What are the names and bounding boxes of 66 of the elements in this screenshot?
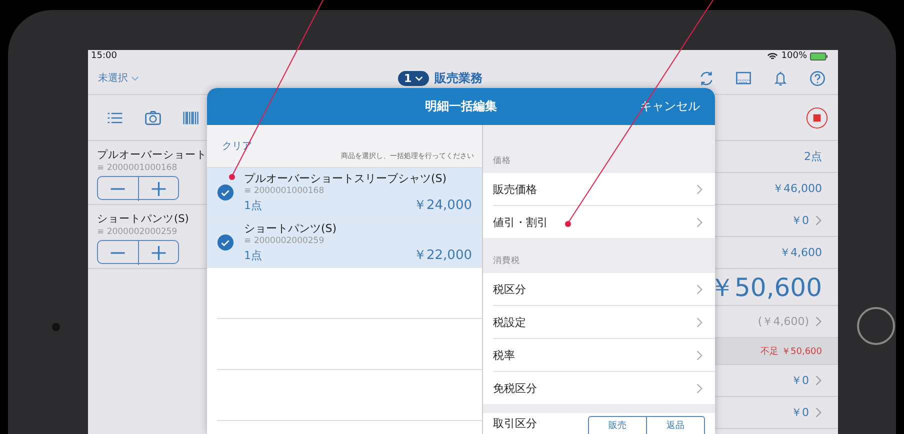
product-name: プルオーバーショート xyxy=(97,148,207,162)
status-time: 15:00 xyxy=(91,51,117,61)
settings-row[interactable]: 税設定 xyxy=(493,306,715,339)
product-name: プルオーバーショートスリーブシャツ(S) xyxy=(244,171,448,186)
caret-icon xyxy=(131,76,139,80)
camera-dot xyxy=(52,323,60,331)
product-name: ショートパンツ(S) xyxy=(97,212,189,226)
shortage-amount: 不足 ￥50,600 xyxy=(760,346,822,358)
product-code: ≡ 2000002000259 xyxy=(97,227,178,237)
checked-circle-icon[interactable] xyxy=(217,234,234,251)
summary-value: ￥0 xyxy=(791,213,809,228)
battery-percent: 100% xyxy=(781,51,807,61)
chevron-icon xyxy=(696,316,703,328)
transaction-label: 取引区分 xyxy=(493,416,537,431)
chevron-icon xyxy=(696,350,703,360)
settings-row[interactable]: 値引・割引 xyxy=(493,206,715,238)
summary-value: ￥4,600 xyxy=(780,245,822,260)
wifi-icon xyxy=(767,52,778,60)
checked-circle-icon[interactable] xyxy=(217,184,234,201)
stop-button[interactable] xyxy=(806,106,828,128)
settings-row[interactable]: 税区分 xyxy=(493,273,715,306)
settings-row[interactable]: 販売価格 xyxy=(493,173,715,206)
quantity-stepper[interactable] xyxy=(97,176,179,200)
quantity-stepper[interactable] xyxy=(97,240,179,264)
home-button[interactable] xyxy=(857,307,895,345)
dialog-title: 明細一括編集 xyxy=(425,98,497,115)
bell-icon[interactable] xyxy=(772,70,789,86)
help-icon[interactable] xyxy=(809,70,826,86)
product-code: ≡ 2000001000168 xyxy=(244,186,326,196)
summary-value: ￥0 xyxy=(791,373,809,388)
price: ￥22,000 xyxy=(414,247,472,264)
section-header: 消費税 xyxy=(492,255,521,268)
product-name: ショートパンツ(S) xyxy=(244,221,338,236)
caret-icon xyxy=(414,76,423,80)
chevron-icon xyxy=(696,216,703,228)
chevron-icon xyxy=(696,284,703,294)
chevron-icon xyxy=(696,382,703,394)
refresh-icon[interactable] xyxy=(698,70,715,86)
summary-value: (￥4,600) xyxy=(758,314,809,329)
summary-value: ￥46,000 xyxy=(772,181,822,196)
chevron-icon xyxy=(815,316,822,327)
settings-row[interactable]: 免税区分 xyxy=(493,372,715,404)
settings-row[interactable]: 税率 xyxy=(493,339,715,372)
segment-option[interactable]: 販売 xyxy=(589,417,647,434)
segment-option[interactable]: 返品 xyxy=(647,417,704,434)
summary-value: ￥0 xyxy=(791,405,809,420)
quantity: 1点 xyxy=(244,248,262,263)
product-code: ≡ 2000002000259 xyxy=(244,236,326,246)
store-picker[interactable]: 未選択 xyxy=(98,71,139,85)
chevron-icon xyxy=(696,184,703,194)
barcode-icon[interactable] xyxy=(182,108,200,126)
register-badge[interactable]: 1 xyxy=(398,70,429,86)
section-header: 価格 xyxy=(492,155,512,168)
summary-value: 2点 xyxy=(804,149,822,164)
quantity: 1点 xyxy=(244,198,262,213)
chevron-icon xyxy=(815,215,822,226)
drawer-icon[interactable] xyxy=(735,70,752,86)
battery-icon xyxy=(810,52,828,60)
chevron-icon xyxy=(815,375,822,386)
product-code: ≡ 2000001000168 xyxy=(97,163,178,173)
item-row[interactable]: ショートパンツ(S) ≡ 2000002000259 1点 ￥22,000 xyxy=(207,218,482,268)
camera-icon[interactable] xyxy=(144,108,162,126)
item-row[interactable]: プルオーバーショートスリーブシャツ(S) ≡ 2000001000168 1点 ￥24,000 xyxy=(207,168,482,218)
chevron-icon xyxy=(815,407,822,418)
nav-title: 販売業務 xyxy=(434,70,483,86)
price: ￥24,000 xyxy=(414,197,472,214)
